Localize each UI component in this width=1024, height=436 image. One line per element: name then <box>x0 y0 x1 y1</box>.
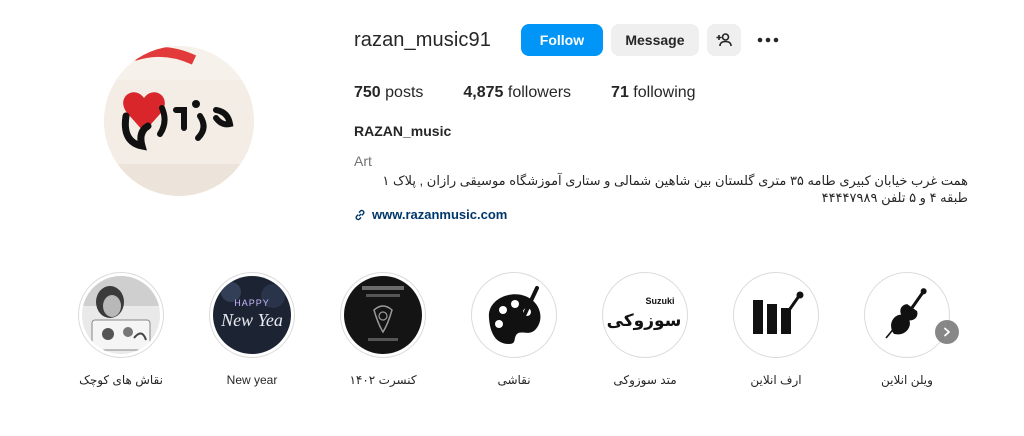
violin-icon <box>868 276 946 354</box>
image-text-suzuki: Suzuki <box>645 296 674 306</box>
following-label: following <box>633 84 696 101</box>
highlight-item[interactable]: Suzuki سوزوکی متد سوزوکی <box>600 272 690 387</box>
website-link[interactable]: www.razanmusic.com <box>354 207 507 222</box>
highlight-label: نقاش های کوچک <box>79 373 163 387</box>
profile-bio: همت غرب خیابان کبیری طامه ۳۵ متری گلستان… <box>382 173 968 205</box>
website-url: www.razanmusic.com <box>372 207 508 222</box>
highlight-item[interactable]: نقاشی <box>469 272 559 387</box>
more-options-button[interactable] <box>755 24 781 56</box>
profile-avatar[interactable] <box>104 46 254 196</box>
followers-stat[interactable]: 4,875 followers <box>463 84 571 102</box>
kids-painting-photo <box>82 276 160 354</box>
highlight-ring <box>733 272 819 358</box>
profile-stats: 750 posts 4,875 followers 71 following <box>354 84 736 102</box>
posts-label: posts <box>385 84 424 101</box>
highlight-label: متد سوزوکی <box>613 373 677 387</box>
highlights-next-button[interactable] <box>935 320 959 344</box>
image-text-new-year: New Yea <box>220 310 283 330</box>
posts-count: 750 <box>354 84 381 101</box>
chevron-right-icon <box>944 327 950 337</box>
follow-button[interactable]: Follow <box>520 24 603 56</box>
razan-logo-icon <box>104 46 254 196</box>
highlight-ring <box>471 272 557 358</box>
highlight-thumbnail <box>737 276 815 354</box>
highlight-label: نقاشی <box>497 373 531 387</box>
highlight-label: کنسرت ۱۴۰۲ <box>349 373 417 387</box>
image-text-happy: HAPPY <box>234 298 270 308</box>
highlight-ring: Suzuki سوزوکی <box>602 272 688 358</box>
highlight-ring <box>864 272 950 358</box>
highlight-item[interactable]: نقاش های کوچک <box>76 272 166 387</box>
profile-category: Art <box>354 153 372 169</box>
story-highlights: نقاش های کوچک HAPPY New Yea New year کنس… <box>76 272 976 392</box>
highlight-item[interactable]: ارف انلاین <box>731 272 821 387</box>
highlight-thumbnail: Suzuki سوزوکی <box>606 276 684 354</box>
followers-label: followers <box>507 84 572 101</box>
highlight-ring <box>78 272 164 358</box>
orff-xylophone-icon <box>737 276 815 354</box>
happy-new-year-image: HAPPY New Yea <box>213 276 291 354</box>
highlight-label: ارف انلاین <box>750 373 802 387</box>
profile-header: razan_music91 Follow Message <box>354 24 781 56</box>
highlight-thumbnail: HAPPY New Yea <box>213 276 291 354</box>
highlight-label: New year <box>226 373 278 387</box>
posts-stat: 750 posts <box>354 84 423 102</box>
highlight-thumbnail <box>82 276 160 354</box>
username: razan_music91 <box>354 28 491 51</box>
highlight-ring: HAPPY New Yea <box>209 272 295 358</box>
following-stat[interactable]: 71 following <box>611 84 696 102</box>
following-count: 71 <box>611 84 629 101</box>
suzuki-logo-icon: Suzuki سوزوکی <box>606 276 684 354</box>
image-text-suzuki-fa: سوزوکی <box>607 311 682 331</box>
message-button[interactable]: Message <box>610 24 699 56</box>
highlight-thumbnail <box>344 276 422 354</box>
link-icon <box>355 209 365 220</box>
highlight-ring <box>340 272 426 358</box>
highlight-thumbnail <box>868 276 946 354</box>
more-options-icon <box>757 37 779 43</box>
palette-icon <box>475 276 553 354</box>
followers-count: 4,875 <box>463 84 504 101</box>
highlight-thumbnail <box>475 276 553 354</box>
suggested-users-button[interactable] <box>706 24 741 56</box>
profile-full-name: RAZAN_music <box>354 123 452 139</box>
add-person-icon <box>716 33 732 47</box>
concert-poster-image <box>344 276 422 354</box>
highlight-item[interactable]: کنسرت ۱۴۰۲ <box>338 272 428 387</box>
highlight-item[interactable]: HAPPY New Yea New year <box>207 272 297 387</box>
highlight-label: ویلن انلاین <box>881 373 933 387</box>
